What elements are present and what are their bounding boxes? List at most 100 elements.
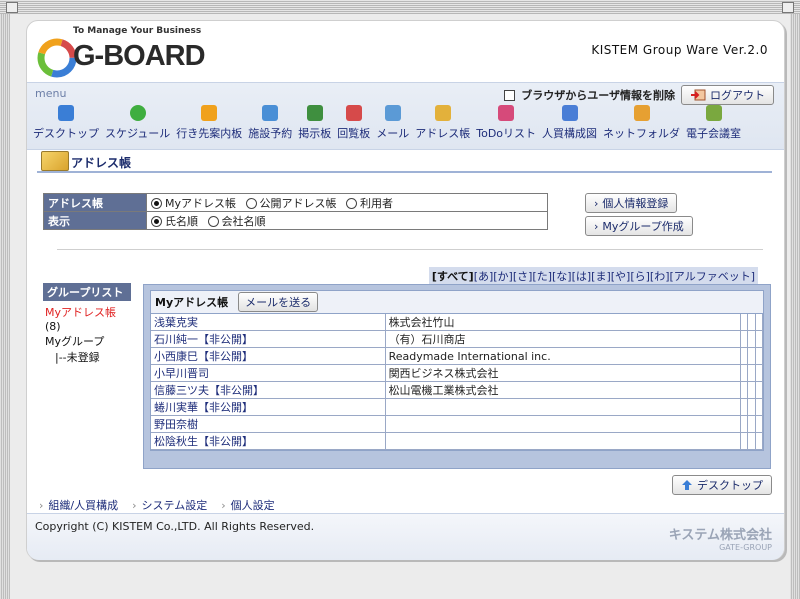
address-table-container: Myアドレス帳 メールを送る 浅葉克実 株式会社竹山 石川純一【非公開】 （有）石川…: [150, 290, 764, 451]
alpha-kana-links[interactable]: [あ][か][さ][た][な][は][ま][や][ら][わ][アルファベット]: [474, 270, 755, 283]
board-icon: [306, 105, 323, 121]
clock-icon: [129, 105, 146, 121]
todo-icon: [498, 105, 515, 121]
delete-info-label: ブラウザからユーザ情報を削除: [521, 89, 675, 102]
check-icon: [345, 105, 362, 121]
main-nav: デスクトップ スケジュール 行き先案内板 施設予約 掲示板 回覧板 メール アド…: [33, 105, 747, 141]
company-brand: キステム株式会社 GATE-GROUP: [669, 524, 772, 552]
arrow-icon: [201, 105, 218, 121]
contact-name[interactable]: 石川純一【非公開】: [151, 330, 386, 348]
radio-name-order[interactable]: 氏名順: [151, 215, 198, 228]
link-system-settings[interactable]: システム設定: [132, 497, 208, 513]
send-mail-button[interactable]: メールを送る: [238, 292, 319, 312]
nav-bulletin-board[interactable]: 掲示板: [298, 105, 331, 141]
nav-mail[interactable]: メール: [376, 105, 409, 141]
nav-net-folder[interactable]: ネットフォルダ: [603, 105, 680, 141]
close-box-icon[interactable]: [6, 2, 18, 13]
nav-desktop[interactable]: デスクトップ: [33, 105, 99, 141]
nav-todo[interactable]: ToDoリスト: [476, 105, 536, 141]
delete-info-checkbox[interactable]: [504, 89, 516, 101]
table-row: 小早川晋司 関西ビジネス株式会社: [151, 364, 764, 382]
group-my-group[interactable]: Myグループ: [43, 333, 131, 349]
menu-label: menu: [35, 87, 67, 100]
logo-mark-icon: [37, 38, 77, 78]
group-unregistered[interactable]: |--未登録: [43, 349, 131, 365]
logout-area: ブラウザからユーザ情報を削除 ログアウト: [504, 85, 774, 105]
table-row: 蜷川実華【非公開】: [151, 398, 764, 416]
nav-schedule[interactable]: スケジュール: [105, 105, 170, 141]
table-row: 石川純一【非公開】 （有）石川商店: [151, 330, 764, 348]
address-book-icon: [41, 151, 69, 171]
brand-group: GATE-GROUP: [719, 543, 772, 552]
radio-public-address[interactable]: 公開アドレス帳: [245, 197, 337, 210]
table-row: 野田奈樹: [151, 415, 764, 433]
desktop-icon: [58, 105, 74, 121]
contact-company: （有）石川商店: [385, 330, 742, 348]
section-heading: アドレス帳: [37, 151, 772, 173]
group-list: グループリスト Myアドレス帳(8) Myグループ |--未登録: [43, 283, 131, 365]
contact-company: 株式会社竹山: [385, 314, 742, 331]
contact-company: 松山電機工業株式会社: [385, 381, 742, 399]
gboard-logo[interactable]: To Manage Your Business G-BOARD: [37, 24, 207, 80]
link-personal-settings[interactable]: 個人設定: [221, 497, 275, 513]
address-table: 浅葉克実 株式会社竹山 石川純一【非公開】 （有）石川商店 小西康巳【非公開】 Rea…: [151, 314, 764, 450]
contact-name[interactable]: 信藤三ツ夫【非公開】: [151, 381, 386, 399]
copyright-text: Copyright (C) KISTEM Co.,LTD. All Rights…: [35, 520, 315, 533]
contact-name[interactable]: 野田奈樹: [151, 415, 386, 433]
main-card: To Manage Your Business G-BOARD KISTEM G…: [26, 20, 785, 560]
contact-name[interactable]: 小早川晋司: [151, 364, 386, 382]
logo-wordmark: G-BOARD: [73, 40, 206, 72]
address-table-header: Myアドレス帳 メールを送る: [151, 291, 763, 314]
nav-address-book[interactable]: アドレス帳: [415, 105, 470, 141]
contact-company: [385, 398, 742, 416]
contact-name[interactable]: 蜷川実華【非公開】: [151, 398, 386, 416]
page-title: アドレス帳: [71, 156, 132, 170]
divider: [57, 249, 763, 250]
folder-icon: [633, 105, 650, 121]
address-table-title: Myアドレス帳: [155, 296, 229, 309]
nav-facility-booking[interactable]: 施設予約: [248, 105, 292, 141]
contact-company: [385, 415, 742, 433]
table-row: 信藤三ツ夫【非公開】 松山電機工業株式会社: [151, 381, 764, 399]
nav-destination-board[interactable]: 行き先案内板: [176, 105, 242, 141]
logout-label: ログアウト: [710, 89, 765, 102]
nav-meeting-room[interactable]: 電子会議室: [686, 105, 741, 141]
contact-name[interactable]: 浅葉克実: [151, 314, 386, 331]
logout-icon: [691, 89, 706, 101]
settings-table: アドレス帳 Myアドレス帳 公開アドレス帳 利用者 表示 氏名順 会社名順: [43, 193, 548, 230]
contact-name[interactable]: 松陰秋生【非公開】: [151, 432, 386, 450]
radio-users[interactable]: 利用者: [346, 197, 393, 210]
group-my-address[interactable]: Myアドレス帳(8): [43, 304, 131, 333]
logo-tagline: To Manage Your Business: [73, 26, 202, 36]
contact-company: Readymade International inc.: [385, 347, 742, 365]
brand-name: キステム株式会社: [668, 528, 772, 543]
link-org-chart[interactable]: 組織/人買構成: [39, 497, 118, 513]
alpha-all[interactable]: [すべて]: [432, 270, 474, 283]
radio-my-address[interactable]: Myアドレス帳: [151, 197, 236, 210]
contact-company: 関西ビジネス株式会社: [385, 364, 742, 382]
group-list-header: グループリスト: [43, 283, 131, 301]
up-arrow-icon: [682, 480, 692, 490]
meeting-icon: [705, 105, 722, 121]
alphabet-index[interactable]: [すべて][あ][か][さ][た][な][は][ま][や][ら][わ][アルファ…: [428, 267, 758, 285]
radio-company-order[interactable]: 会社名順: [207, 215, 266, 228]
menu-bar: menu ブラウザからユーザ情報を削除 ログアウト デスクトップ スケジュール …: [27, 82, 784, 150]
address-panel: Myアドレス帳 メールを送る 浅葉克実 株式会社竹山 石川純一【非公開】 （有）石川…: [143, 284, 771, 469]
nav-circular[interactable]: 回覧板: [337, 105, 370, 141]
register-personal-info-button[interactable]: › 個人情報登録: [585, 193, 678, 213]
address-book-type-label: アドレス帳: [43, 193, 147, 212]
zoom-box-icon[interactable]: [782, 2, 794, 13]
org-icon: [561, 105, 578, 121]
book-icon: [434, 105, 451, 121]
contact-name[interactable]: 小西康巳【非公開】: [151, 347, 386, 365]
table-row: 小西康巳【非公開】 Readymade International inc.: [151, 347, 764, 365]
contact-company: [385, 432, 742, 450]
create-my-group-button[interactable]: › Myグループ作成: [585, 216, 693, 236]
footer: Copyright (C) KISTEM Co.,LTD. All Rights…: [27, 513, 784, 560]
table-row: 浅葉克実 株式会社竹山: [151, 314, 764, 331]
nav-org-chart[interactable]: 人買構成図: [542, 105, 597, 141]
logout-button[interactable]: ログアウト: [681, 85, 774, 105]
display-order-label: 表示: [43, 211, 147, 230]
bottom-links: 組織/人買構成 システム設定 個人設定: [39, 497, 275, 513]
desktop-button[interactable]: デスクトップ: [672, 475, 772, 495]
